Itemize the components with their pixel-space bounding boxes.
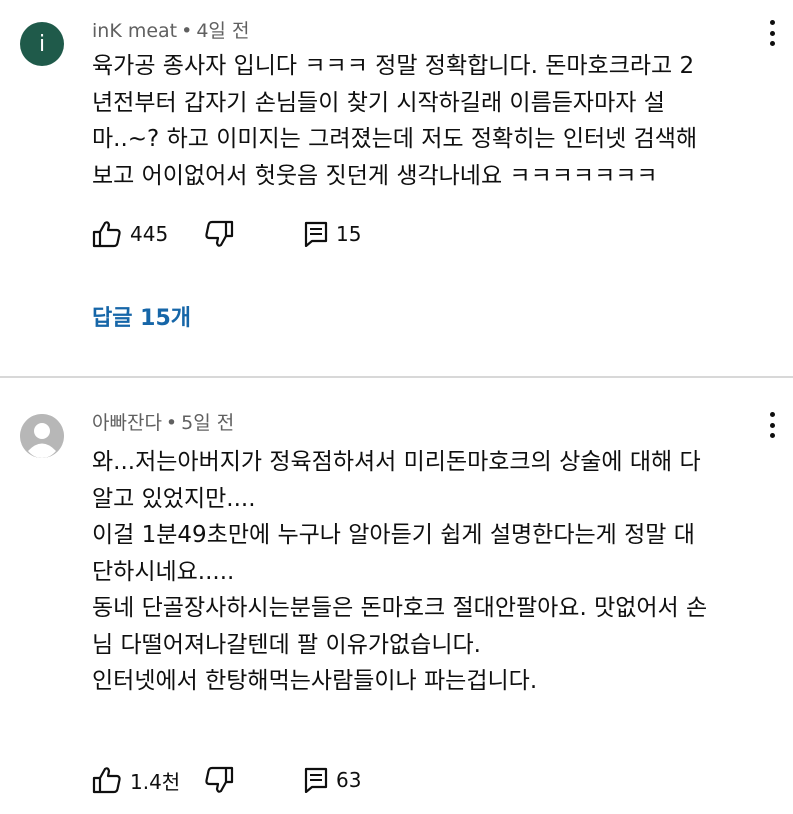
comment-text: 육가공 종사자 입니다 ㅋㅋㅋ 정말 정확합니다. 돈마호크라고 2 년전부터 …	[92, 48, 771, 194]
more-vert-icon[interactable]	[767, 20, 777, 46]
comment-text: 와...저는아버지가 정육점하셔서 미리돈마호크의 상술에 대해 다 알고 있었…	[92, 444, 771, 700]
comment-line: 단하시네요.....	[92, 558, 235, 585]
comment-line: 이걸 1분49초만에 누구나 알아듣기 쉽게 설명한다는게 정말 대	[92, 522, 695, 548]
avatar[interactable]: i	[20, 22, 64, 66]
comment-line: 알고 있었지만....	[92, 485, 256, 512]
comment-time[interactable]: 5일 전	[181, 412, 234, 434]
comment-header: inK meat • 4일 전	[92, 16, 249, 43]
meta-separator: •	[181, 20, 193, 42]
comment-time[interactable]: 4일 전	[196, 20, 249, 42]
reply-button[interactable]: 15	[304, 221, 361, 247]
author-name[interactable]: inK meat	[92, 20, 177, 42]
person-avatar-icon	[20, 414, 64, 458]
reply-count: 63	[336, 768, 362, 792]
divider	[0, 376, 793, 378]
reply-count: 15	[336, 222, 362, 246]
comment-line: 인터넷에서 한탕해먹는사람들이나 파는겁니다.	[92, 668, 538, 694]
thumbs-up-icon	[92, 221, 121, 248]
like-button[interactable]: 445	[92, 220, 204, 248]
comment-actions: 445 15	[92, 218, 361, 250]
comment-line: 마..~? 하고 이미지는 그려졌는데 저도 정확히는 인터넷 검색해	[92, 126, 698, 152]
thumbs-down-icon	[205, 220, 234, 247]
thumbs-up-icon	[92, 767, 121, 794]
comment-line: 님 다떨어져나갈텐데 팔 이유가없습니다.	[92, 631, 481, 658]
thumbs-down-icon	[205, 766, 234, 793]
like-count: 445	[130, 222, 169, 246]
comment-line: 보고 어이없어서 헛웃음 짓던게 생각나네요 ㅋㅋㅋㅋㅋㅋㅋ	[92, 162, 658, 189]
like-count: 1.4천	[130, 769, 181, 794]
comment-thread: i inK meat • 4일 전 육가공 종사자 입니다 ㅋㅋㅋ 정말 정확합니다…	[0, 0, 793, 366]
comment-line: 동네 단골장사하시는분들은 돈마호크 절대안팔아요. 맛없어서 손	[92, 595, 708, 621]
avatar[interactable]	[20, 414, 64, 458]
reply-button[interactable]: 63	[304, 767, 361, 793]
more-vert-icon[interactable]	[767, 412, 777, 438]
like-button[interactable]: 1.4천	[92, 766, 204, 795]
reply-comment-icon	[304, 221, 328, 247]
comment-header: 아빠잔다 • 5일 전	[92, 408, 234, 435]
comment-actions: 1.4천 63	[92, 764, 361, 796]
reply-comment-icon	[304, 767, 328, 793]
avatar-letter: i	[38, 31, 46, 57]
dislike-button[interactable]	[204, 766, 304, 794]
comment-line: 육가공 종사자 입니다 ㅋㅋㅋ 정말 정확합니다. 돈마호크라고 2	[92, 53, 695, 79]
meta-separator: •	[165, 412, 178, 434]
view-replies-link[interactable]: 답글 15개	[92, 300, 191, 332]
comment-thread: 아빠잔다 • 5일 전 와...저는아버지가 정육점하셔서 미리돈마호크의 상술에 …	[0, 392, 793, 814]
comment-line: 년전부터 갑자기 손님들이 찾기 시작하길래 이름듣자마자 설	[92, 89, 665, 116]
dislike-button[interactable]	[204, 220, 304, 248]
author-name[interactable]: 아빠잔다	[92, 412, 162, 434]
comment-line: 와...저는아버지가 정육점하셔서 미리돈마호크의 상술에 대해 다	[92, 449, 701, 475]
